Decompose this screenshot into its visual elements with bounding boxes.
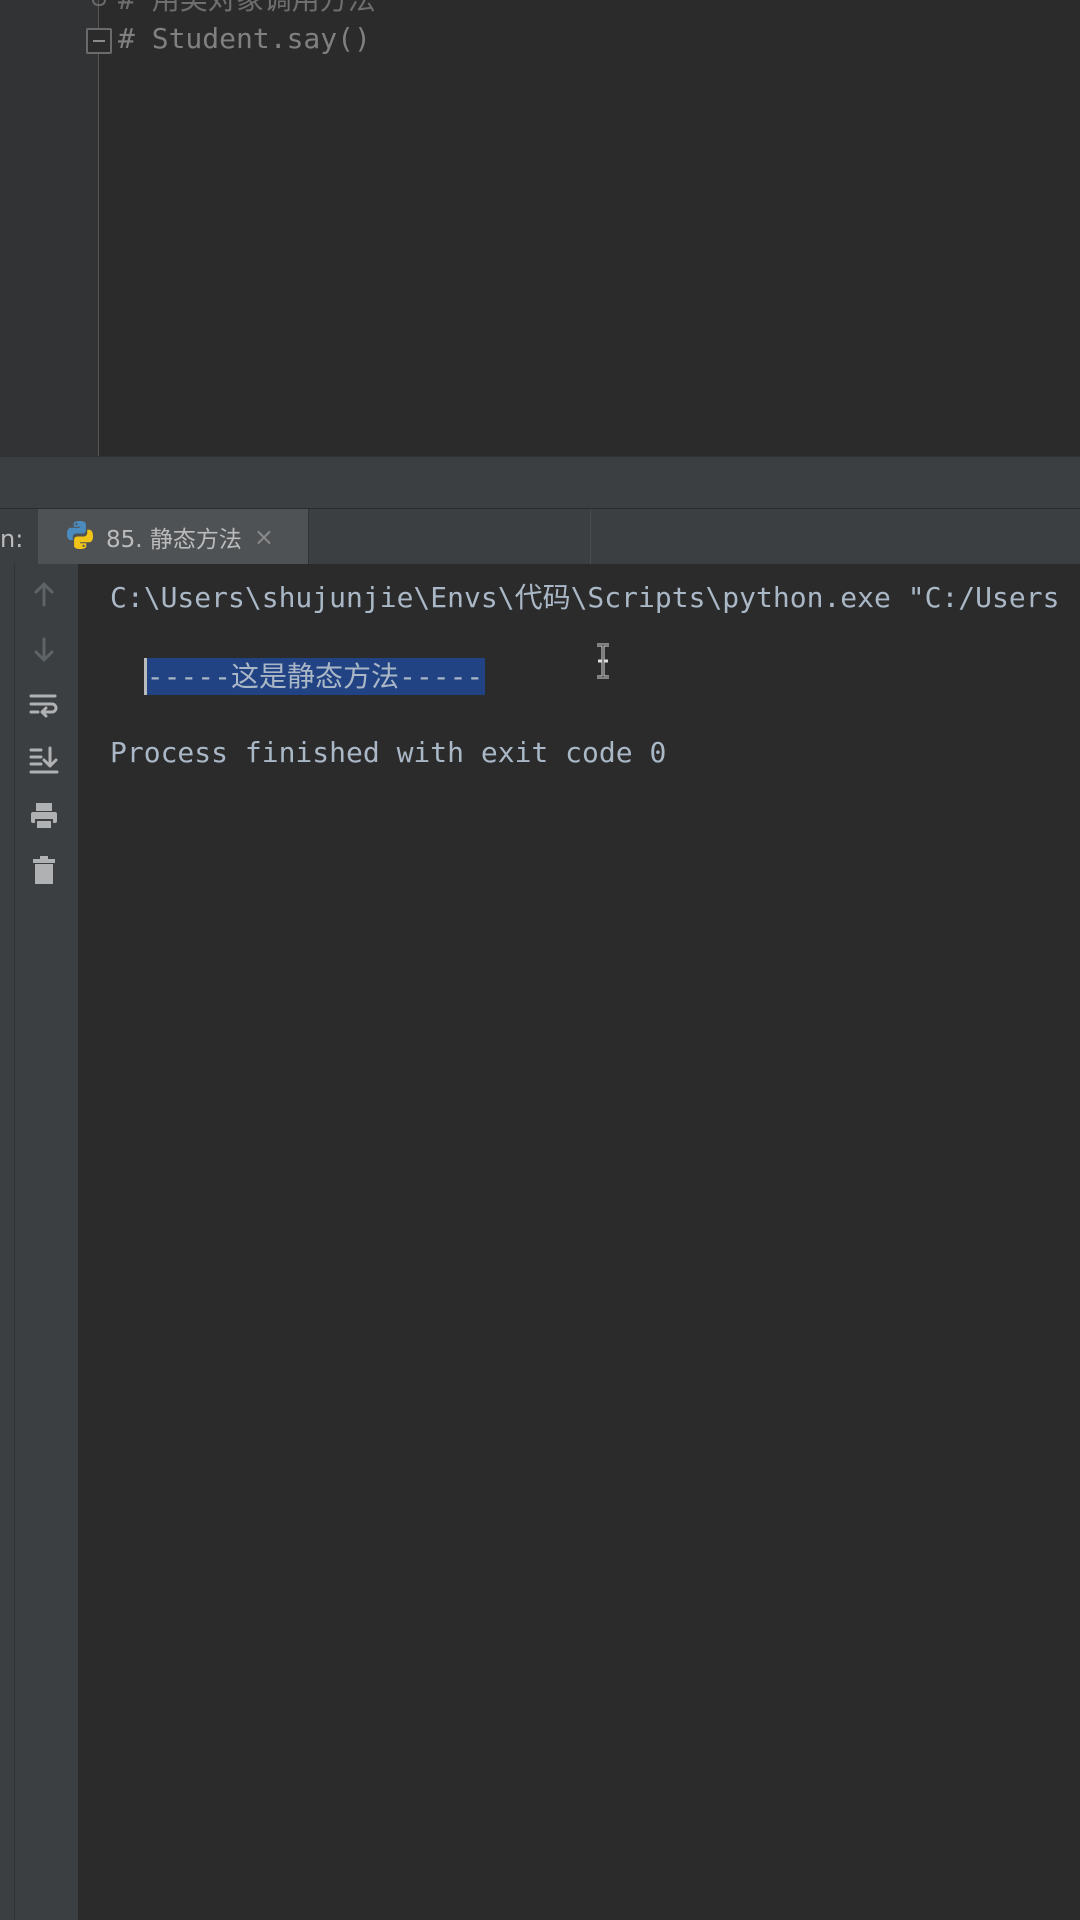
tab-divider (590, 509, 591, 565)
panel-splitter[interactable] (0, 456, 1080, 508)
console-line-output: -----这是静态方法----- (110, 622, 486, 695)
run-tab-bar: n: 85. 静态方法 × (0, 508, 1080, 565)
fold-marker-icon[interactable] (86, 28, 112, 54)
tab-divider (308, 509, 309, 565)
editor-gutter (0, 0, 98, 456)
tab-title: 85. 静态方法 (106, 527, 242, 553)
code-line-comment: # Student.say() (118, 22, 371, 55)
code-editor[interactable]: # 用类对象调用方法 # Student.say() (0, 0, 1080, 456)
console-line-exit: Process finished with exit code 0 (110, 736, 667, 769)
tab-run-config[interactable]: 85. 静态方法 × (38, 509, 308, 565)
text-cursor-icon (594, 642, 612, 684)
print-icon[interactable] (24, 796, 64, 836)
selected-text[interactable]: -----这是静态方法----- (143, 658, 486, 695)
console-line-command: C:\Users\shujunjie\Envs\代码\Scripts\pytho… (110, 581, 1060, 614)
scroll-to-end-icon[interactable] (24, 740, 64, 780)
trash-icon[interactable] (24, 850, 64, 890)
arrow-down-icon[interactable] (24, 630, 64, 670)
close-icon[interactable]: × (254, 523, 274, 551)
python-icon (64, 519, 96, 555)
toolbar-edge (14, 564, 15, 1920)
gutter-divider (98, 0, 99, 456)
code-line-partial: # 用类对象调用方法 (118, 0, 376, 18)
run-panel-label: n: (0, 525, 24, 553)
fold-end-marker[interactable] (92, 0, 106, 6)
soft-wrap-icon[interactable] (24, 686, 64, 726)
arrow-up-icon[interactable] (24, 574, 64, 614)
